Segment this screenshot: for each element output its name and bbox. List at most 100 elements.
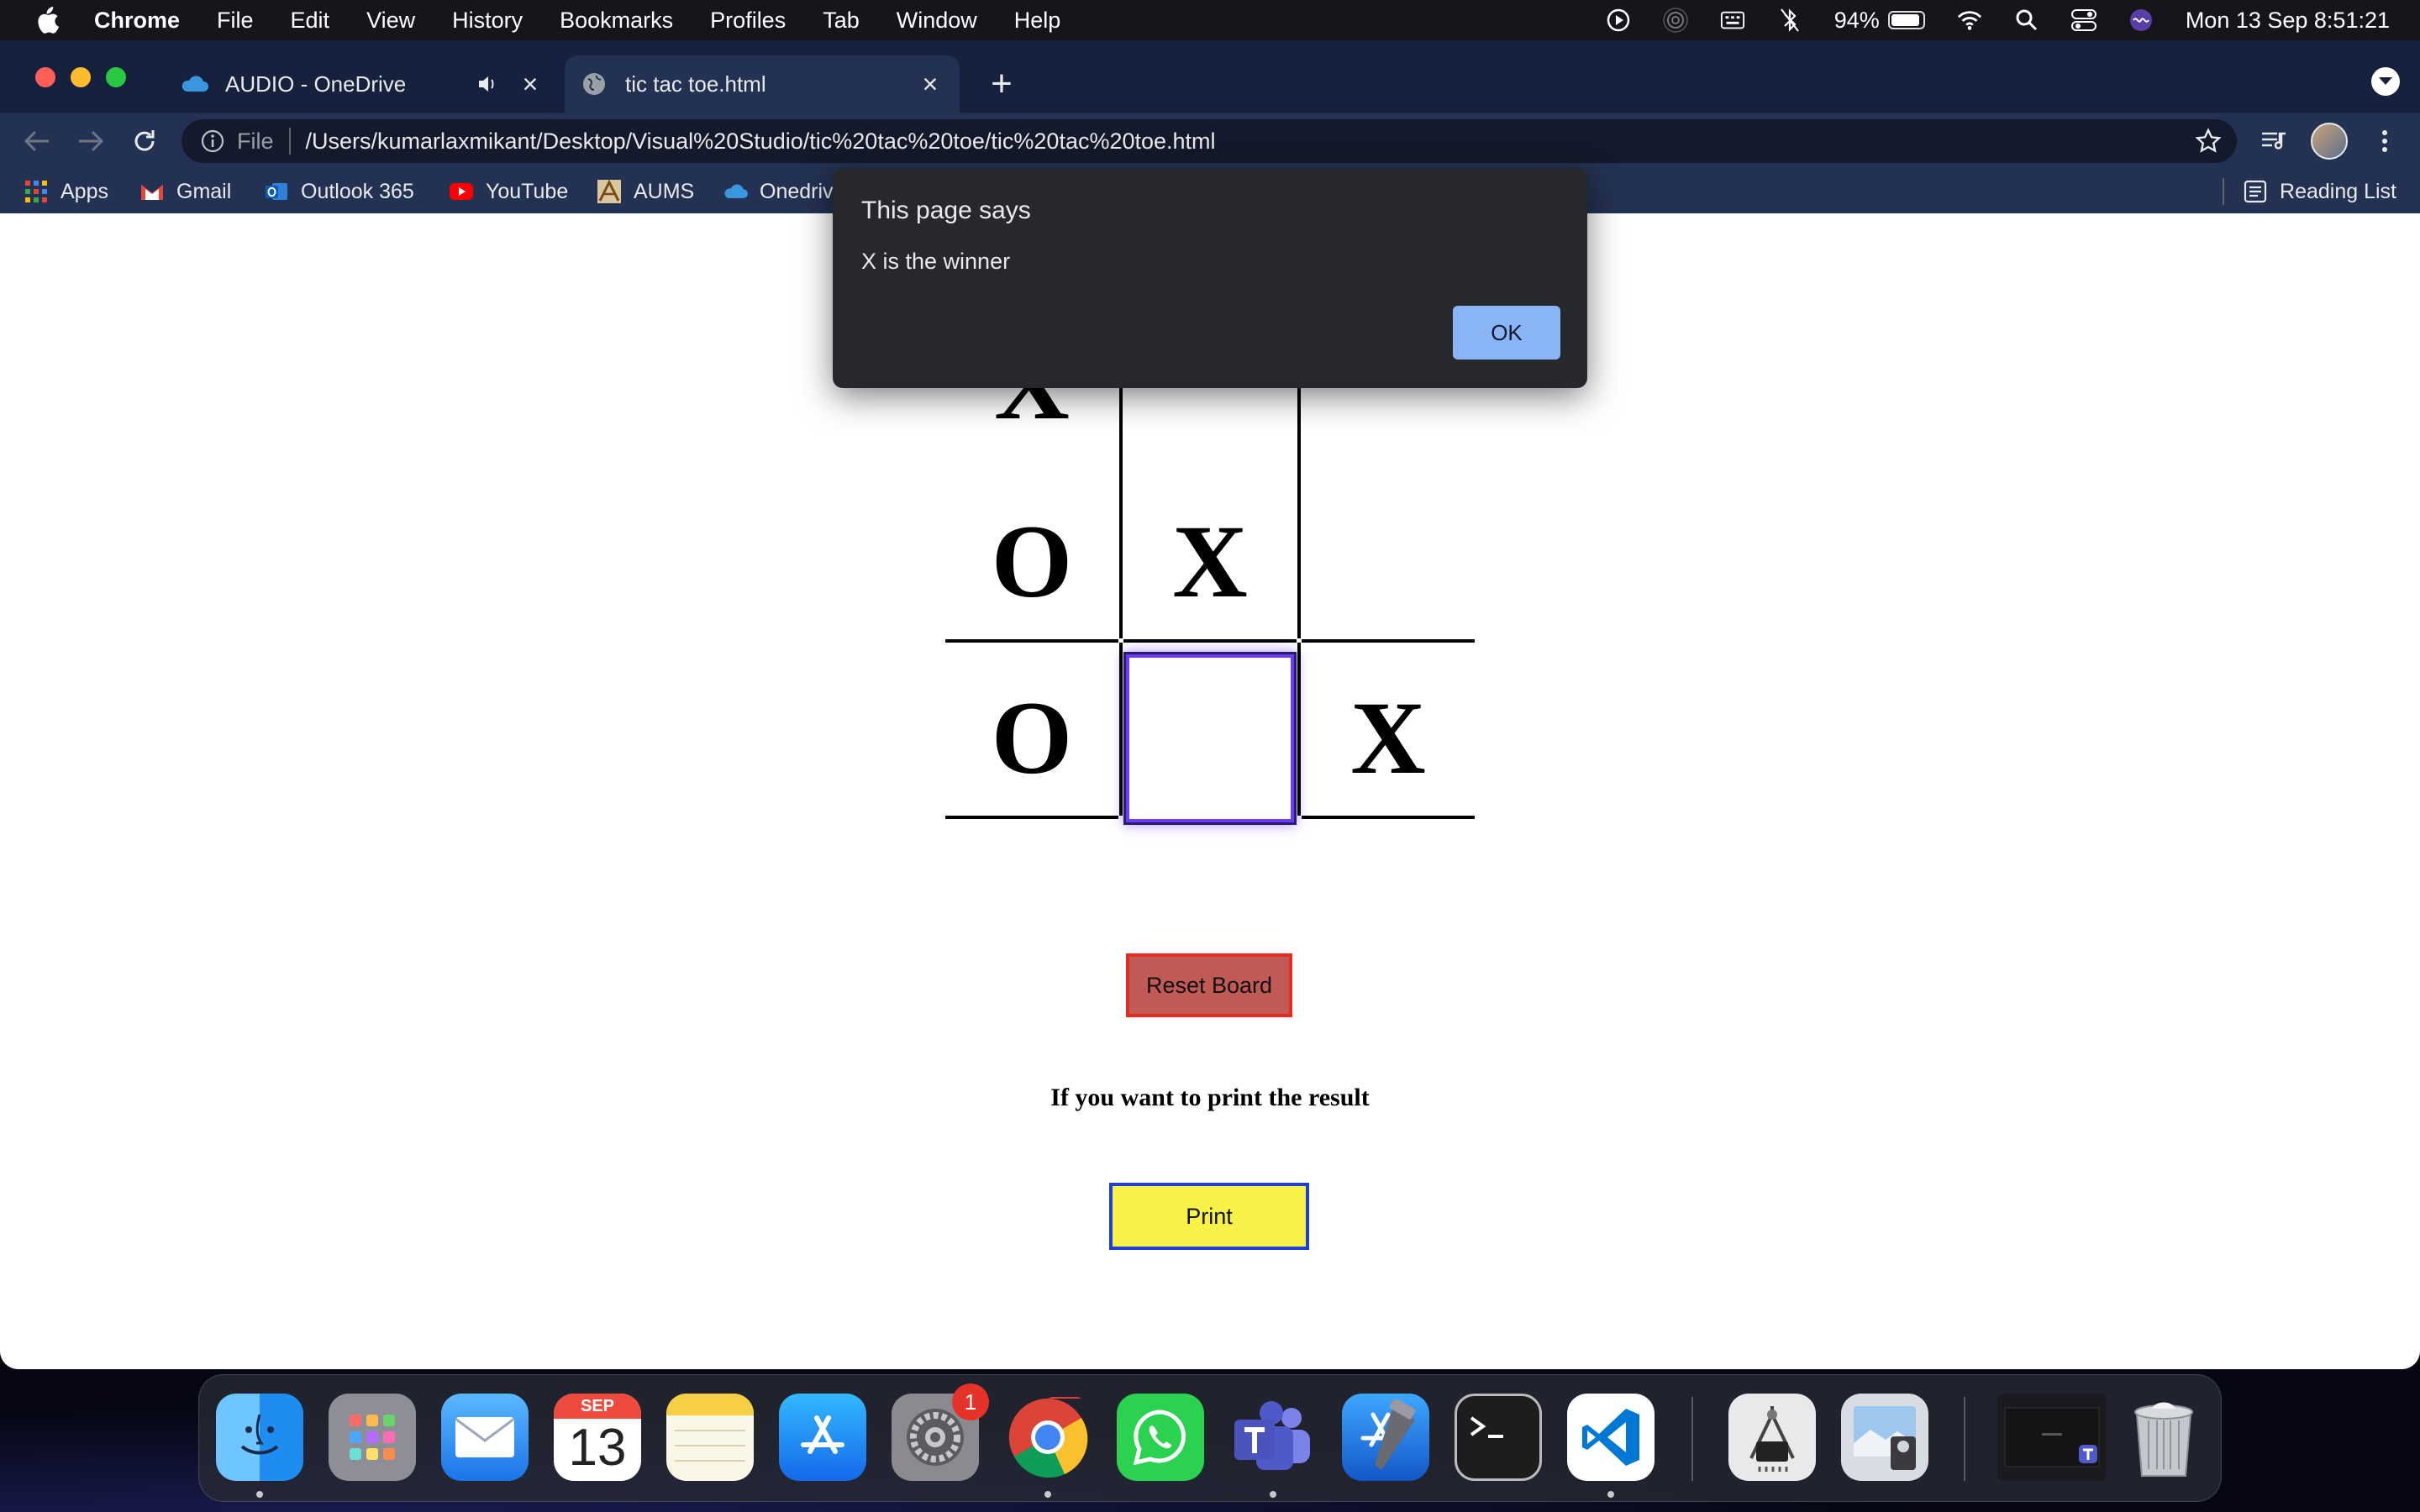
bookmark-apps[interactable]: Apps bbox=[24, 176, 108, 207]
grid-line bbox=[945, 816, 1118, 819]
board-cell-6[interactable] bbox=[1302, 475, 1475, 648]
wifi-icon[interactable] bbox=[1957, 8, 1982, 33]
calendar-icon[interactable]: SEP 13 bbox=[554, 1394, 641, 1481]
reset-board-button[interactable]: Reset Board bbox=[1126, 953, 1292, 1017]
bookmark-gmail[interactable]: Gmail bbox=[139, 176, 231, 207]
youtube-icon bbox=[449, 179, 474, 204]
menu-tab[interactable]: Tab bbox=[823, 8, 860, 34]
terminal-icon[interactable] bbox=[1455, 1394, 1542, 1481]
whatsapp-icon[interactable] bbox=[1117, 1394, 1204, 1481]
calendar-month: SEP bbox=[554, 1394, 641, 1419]
keyboard-input-icon[interactable] bbox=[1720, 8, 1745, 33]
teams-icon[interactable] bbox=[1229, 1394, 1317, 1481]
menu-profiles[interactable]: Profiles bbox=[710, 8, 786, 34]
airdrop-icon[interactable] bbox=[1663, 8, 1688, 33]
menu-app-chrome[interactable]: Chrome bbox=[94, 8, 180, 34]
media-control-icon[interactable] bbox=[2255, 123, 2292, 160]
board-cell-8[interactable] bbox=[1123, 652, 1297, 825]
bookmark-outlook[interactable]: Outlook 365 bbox=[264, 176, 414, 207]
site-info-icon[interactable] bbox=[200, 129, 225, 154]
board-cell-7[interactable]: O bbox=[945, 652, 1118, 825]
back-button[interactable] bbox=[20, 124, 54, 158]
omnibox-divider bbox=[288, 128, 291, 155]
bookmark-label: Apps bbox=[60, 179, 108, 203]
dock: SEP 13 1 bbox=[198, 1374, 2222, 1502]
reading-list-button[interactable]: Reading List bbox=[2223, 176, 2396, 207]
dialog-title: This page says bbox=[861, 197, 1031, 224]
url-scheme: File bbox=[237, 128, 274, 154]
onedrive-cloud-icon bbox=[180, 70, 208, 98]
bookmark-onedrive[interactable]: Onedriv bbox=[723, 176, 834, 207]
notification-badge: 1 bbox=[952, 1383, 989, 1420]
tab-onedrive[interactable]: AUDIO - OneDrive × bbox=[165, 55, 560, 113]
trash-icon[interactable] bbox=[2120, 1394, 2207, 1481]
control-center-icon[interactable] bbox=[2070, 8, 2096, 33]
bookmark-label: AUMS bbox=[634, 179, 695, 203]
bluetooth-off-icon[interactable] bbox=[1777, 8, 1802, 33]
close-window-button[interactable] bbox=[35, 67, 55, 87]
tab-close-icon[interactable]: × bbox=[918, 69, 943, 99]
menu-help[interactable]: Help bbox=[1014, 8, 1061, 34]
apps-grid-icon bbox=[24, 179, 49, 204]
dialog-ok-button[interactable]: OK bbox=[1453, 306, 1560, 360]
chrome-icon[interactable] bbox=[1004, 1394, 1092, 1481]
digital-color-meter-icon[interactable] bbox=[1728, 1394, 1816, 1481]
menu-history[interactable]: History bbox=[452, 8, 523, 34]
url-text[interactable]: /Users/kumarlaxmikant/Desktop/Visual%20S… bbox=[306, 129, 1216, 155]
apple-icon[interactable] bbox=[35, 7, 59, 34]
menu-bookmarks[interactable]: Bookmarks bbox=[560, 8, 673, 34]
zoom-window-button[interactable] bbox=[106, 67, 126, 87]
board-cell-4[interactable]: O bbox=[945, 475, 1118, 648]
app-store-icon[interactable] bbox=[779, 1394, 866, 1481]
running-indicator bbox=[1270, 1491, 1276, 1498]
bookmark-youtube[interactable]: YouTube bbox=[449, 176, 568, 207]
bookmark-aums[interactable]: AUMS bbox=[597, 176, 694, 207]
menu-edit[interactable]: Edit bbox=[291, 8, 330, 34]
board-cell-5[interactable]: X bbox=[1123, 475, 1297, 648]
preview-icon[interactable] bbox=[1841, 1394, 1928, 1481]
menu-view[interactable]: View bbox=[366, 8, 415, 34]
xcode-icon[interactable] bbox=[1342, 1394, 1429, 1481]
running-indicator bbox=[256, 1491, 263, 1498]
avatar bbox=[2311, 123, 2348, 160]
new-tab-button[interactable]: + bbox=[983, 66, 1020, 102]
battery-status[interactable]: 94% bbox=[1834, 8, 1925, 34]
grid-line bbox=[1119, 381, 1123, 638]
menu-window[interactable]: Window bbox=[897, 8, 977, 34]
notes-header bbox=[666, 1394, 754, 1415]
minimize-window-button[interactable] bbox=[71, 67, 91, 87]
play-circle-icon[interactable] bbox=[1606, 8, 1631, 33]
menu-file[interactable]: File bbox=[217, 8, 254, 34]
bookmark-label: Gmail bbox=[176, 179, 232, 203]
speaker-icon[interactable] bbox=[476, 71, 501, 97]
chrome-menu-icon[interactable] bbox=[2366, 123, 2403, 160]
launchpad-icon[interactable] bbox=[329, 1394, 416, 1481]
forward-button[interactable] bbox=[74, 124, 108, 158]
finder-icon[interactable] bbox=[216, 1394, 303, 1481]
siri-icon[interactable] bbox=[2128, 8, 2154, 33]
dock-separator bbox=[1691, 1397, 1693, 1481]
mail-icon[interactable] bbox=[441, 1394, 529, 1481]
tab-tic-tac-toe[interactable]: tic tac toe.html × bbox=[565, 55, 960, 113]
alert-dialog: This page says X is the winner OK bbox=[833, 168, 1587, 388]
running-indicator bbox=[1607, 1491, 1614, 1498]
print-button[interactable]: Print bbox=[1109, 1183, 1309, 1250]
bookmark-star-icon[interactable] bbox=[2195, 128, 2222, 155]
notes-icon[interactable] bbox=[666, 1394, 754, 1481]
bookmarks-divider bbox=[2223, 178, 2225, 205]
address-bar[interactable]: File /Users/kumarlaxmikant/Desktop/Visua… bbox=[182, 119, 2237, 163]
tab-close-icon[interactable]: × bbox=[518, 69, 543, 99]
gmail-icon bbox=[139, 179, 165, 204]
board-cell-9[interactable]: X bbox=[1302, 652, 1475, 825]
vscode-icon[interactable] bbox=[1567, 1394, 1655, 1481]
teams-window-icon[interactable] bbox=[1997, 1394, 2107, 1481]
bookmark-label: Outlook 365 bbox=[301, 179, 414, 203]
grid-line bbox=[1297, 381, 1301, 638]
reload-button[interactable] bbox=[128, 124, 161, 158]
tab-strip: AUDIO - OneDrive × tic tac toe.html × + bbox=[0, 40, 2420, 113]
menu-bar: Chrome File Edit View History Bookmarks … bbox=[0, 0, 2420, 40]
profile-avatar[interactable] bbox=[2311, 123, 2348, 160]
spotlight-search-icon[interactable] bbox=[2014, 8, 2039, 33]
menubar-clock[interactable]: Mon 13 Sep 8:51:21 bbox=[2186, 8, 2390, 34]
tab-search-button[interactable] bbox=[2371, 67, 2400, 96]
